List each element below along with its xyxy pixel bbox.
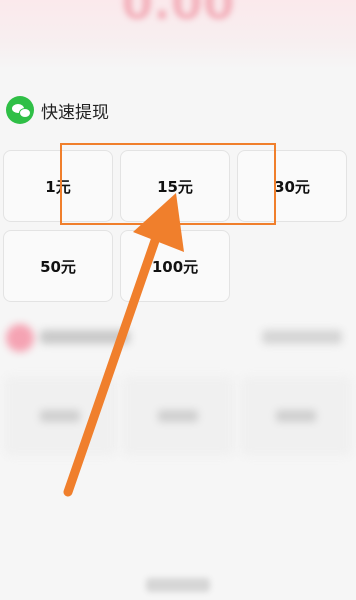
annotation-arrow bbox=[63, 193, 184, 497]
